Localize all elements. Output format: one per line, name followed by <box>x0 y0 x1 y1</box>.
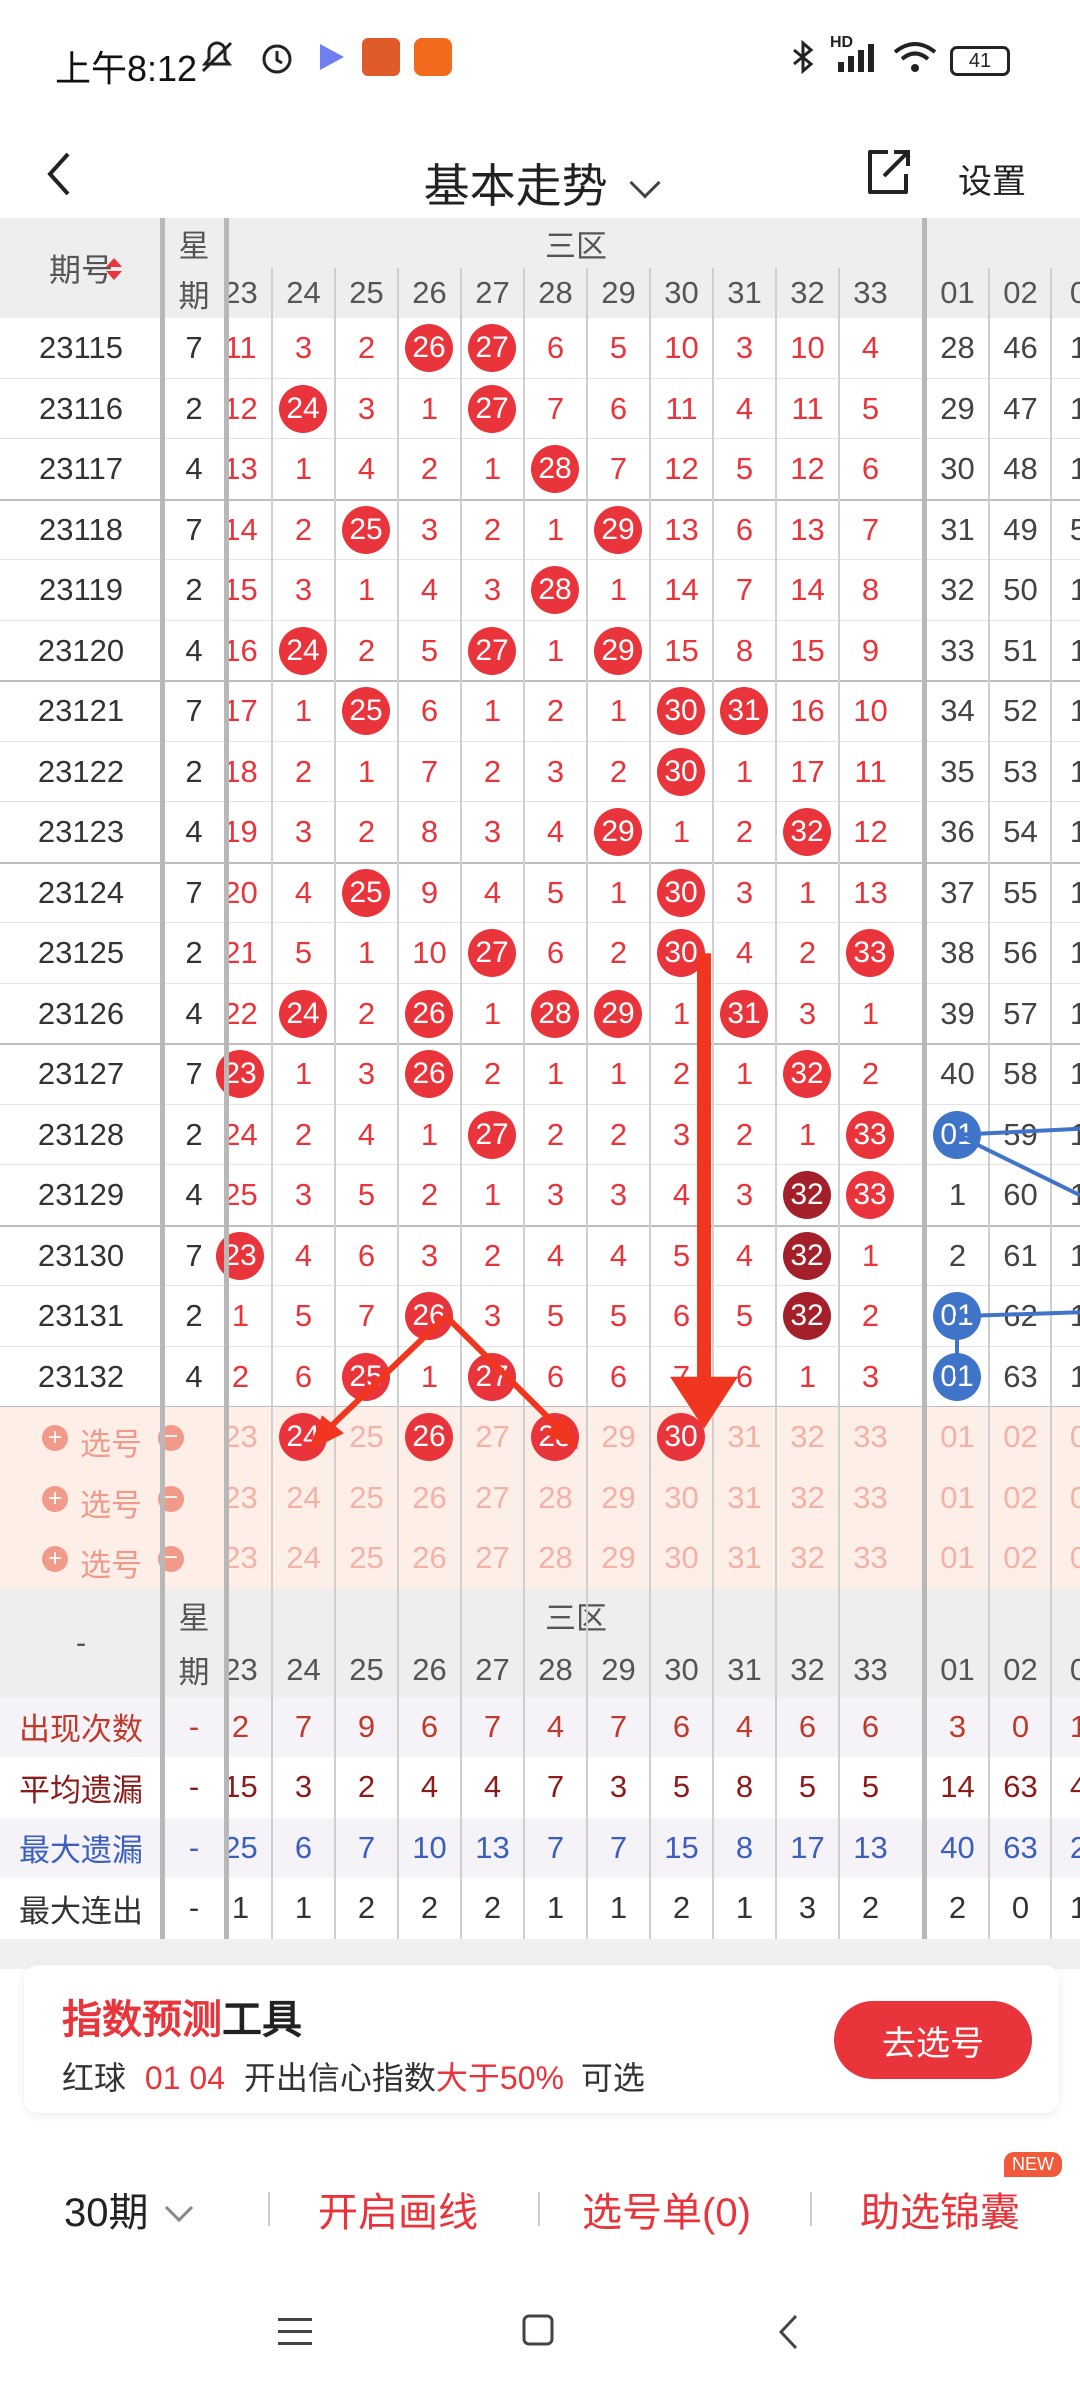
mute-icon <box>201 41 233 73</box>
index-prediction-card: 指数预测工具 红球 01 04 开出信心指数大于50% 可选 去选号 <box>24 1965 1059 2113</box>
battery-level: 41 <box>968 50 992 72</box>
chevron-down-icon <box>164 2193 193 2223</box>
menu-icon[interactable] <box>278 2316 314 2348</box>
nav-bar: 基本走势 设置 <box>0 126 1080 222</box>
alarm-icon <box>262 44 292 74</box>
arrow-head-icon <box>670 1376 738 1429</box>
app-icon-2 <box>414 38 452 76</box>
tool-line-suffix: 可选 <box>580 2060 645 2096</box>
draw-line-button[interactable]: 开启画线 <box>318 2180 478 2238</box>
page-title[interactable]: 基本走势 <box>0 150 1080 216</box>
back-icon[interactable] <box>776 2312 800 2352</box>
home-icon[interactable] <box>522 2314 556 2348</box>
page-title-text: 基本走势 <box>423 160 608 212</box>
bottom-toolbar: 30期 开启画线 选号单(0) 助选锦囊 NEW <box>0 2140 1080 2270</box>
signal-icon <box>838 44 874 72</box>
settings-button[interactable]: 设置 <box>958 154 1026 203</box>
blue-connector-line <box>956 1132 1080 1198</box>
status-time: 上午8:12 <box>55 48 198 89</box>
section-gap <box>0 1938 1080 1969</box>
trend-arrow-line <box>443 1314 561 1430</box>
app-icon <box>362 38 400 76</box>
bluetooth-icon <box>793 39 814 75</box>
go-select-button[interactable]: 去选号 <box>834 2001 1032 2079</box>
tool-line-nums: 01 04 <box>144 2060 225 2096</box>
assist-tips-button[interactable]: 助选锦囊 <box>860 2180 1020 2238</box>
blue-connector-line <box>956 1310 1080 1319</box>
tool-title-black: 工具 <box>222 1998 302 2042</box>
trend-table: 期号星期三区 23 24 25 26 27 28 29 30 31 32 33 01 02 0 23115 7 1… <box>0 218 1080 1969</box>
tool-description: 红球 01 04 开出信心指数大于50% 可选 <box>62 2053 645 2099</box>
trend-arrow-line <box>327 1314 449 1430</box>
tool-line-prefix: 红球 <box>62 2060 127 2096</box>
chevron-down-icon <box>629 167 661 199</box>
share-icon[interactable] <box>860 144 916 200</box>
divider <box>538 2192 540 2226</box>
blue-connector-line <box>956 1126 1080 1137</box>
tool-title-red: 指数预测 <box>62 1998 222 2042</box>
divider <box>810 2192 812 2226</box>
play-store-icon <box>320 44 344 70</box>
drawing-overlay <box>308 953 1080 1452</box>
new-badge: NEW <box>1004 2152 1062 2177</box>
selection-list-button[interactable]: 选号单(0) <box>582 2180 751 2238</box>
divider <box>268 2192 270 2226</box>
tool-line-red: 大于50% <box>435 2060 564 2096</box>
status-bar: 上午8:12 HD 41 <box>0 0 1080 126</box>
tool-line-mid: 开出信心指数 <box>243 2060 436 2096</box>
period-selector-label: 30期 <box>64 2191 149 2235</box>
battery-icon: 41 <box>950 46 1010 76</box>
wifi-icon <box>893 42 937 72</box>
tool-title: 指数预测工具 <box>62 1987 302 2045</box>
period-selector[interactable]: 30期 <box>64 2180 193 2238</box>
system-nav-bar <box>0 2270 1080 2400</box>
